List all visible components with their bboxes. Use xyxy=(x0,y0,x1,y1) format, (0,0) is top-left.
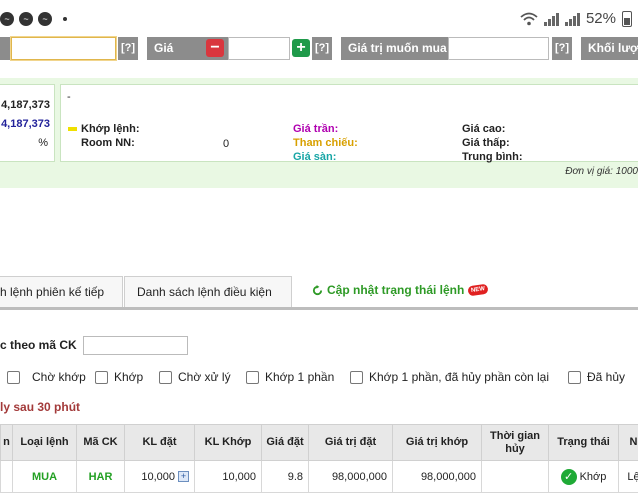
messenger-icon: ~ xyxy=(19,12,33,26)
signal-icon xyxy=(564,12,580,26)
low-label: Giá thấp: xyxy=(462,137,510,149)
filter-partial-cancelled-checkbox[interactable]: Khớp 1 phần, đã hủy phần còn lại xyxy=(350,370,549,384)
order-symbol: HAR xyxy=(76,460,125,493)
checkbox[interactable] xyxy=(95,370,108,384)
column-header: Giá đặt xyxy=(261,424,309,461)
foreign-room-value: 0 xyxy=(223,138,230,150)
symbol-name: - xyxy=(67,91,71,103)
auto-clear-note: ly sau 30 phút xyxy=(0,400,81,414)
messenger-icon: ~ xyxy=(0,12,14,26)
checkbox-label: Khớp xyxy=(114,370,144,384)
tab-divider xyxy=(0,307,638,310)
filter-symbol-input[interactable] xyxy=(83,336,188,355)
filter-partial-checkbox[interactable]: Khớp 1 phần xyxy=(246,370,334,384)
system-status: 52% xyxy=(520,10,632,27)
quote-box: - Khớp lệnh: Room NN: 0 Giá trần: Tham c… xyxy=(60,84,638,163)
value-input[interactable] xyxy=(448,37,549,60)
filter-symbol-label: c theo mã CK xyxy=(0,338,77,352)
volume-label: Khối lượng xyxy=(581,37,638,60)
order-input-bar: [?] Giá − + [?] Giá trị muốn mua [?] Khố… xyxy=(0,36,638,62)
orders-table: n Loại lệnh Mã CK KL đặt KL Khớp Giá đặt… xyxy=(0,424,638,493)
messenger-icon: ~ xyxy=(38,12,52,26)
summary-percent: % xyxy=(38,137,48,149)
checkbox-label: Chờ khớp xyxy=(32,370,86,384)
status-text: Khớp xyxy=(579,470,607,483)
value-help-button[interactable]: [?] xyxy=(552,37,572,60)
order-value: 98,000,000 xyxy=(308,460,393,493)
column-header: N xyxy=(618,424,638,461)
expand-icon[interactable]: + xyxy=(178,471,189,483)
new-badge: NEW xyxy=(467,283,489,297)
battery-percent: 52% xyxy=(585,10,616,27)
checkbox-label: Đã hủy xyxy=(587,370,626,384)
table-header-row: n Loại lệnh Mã CK KL đặt KL Khớp Giá đặt… xyxy=(0,424,638,461)
summary-value: 4,187,373 xyxy=(1,99,50,111)
wifi-icon xyxy=(520,12,538,25)
floor-label: Giá sàn: xyxy=(293,151,337,163)
refresh-icon xyxy=(312,284,323,295)
tab-conditional-orders[interactable]: Danh sách lệnh điều kiện xyxy=(124,276,292,308)
signal-icon xyxy=(543,12,559,26)
order-qty-cell: 10,000 + xyxy=(124,460,195,493)
checkbox[interactable] xyxy=(7,370,20,384)
filter-pending-checkbox[interactable]: Chờ khớp xyxy=(7,370,86,384)
column-header: Loại lệnh xyxy=(12,424,77,461)
status-cell: ✓ Khớp xyxy=(548,460,619,493)
column-header: Giá trị khớp xyxy=(392,424,482,461)
status-marker xyxy=(68,127,77,131)
summary-value-blue: 4,187,373 xyxy=(1,118,50,130)
checkbox-label: Chờ xử lý xyxy=(178,370,231,384)
matched-value: 98,000,000 xyxy=(392,460,482,493)
column-header: KL đặt xyxy=(124,424,195,461)
checkbox[interactable] xyxy=(159,370,172,384)
ceiling-label: Giá trần: xyxy=(293,123,339,135)
reference-label: Tham chiếu: xyxy=(293,137,358,149)
checkbox-label: Khớp 1 phần, đã hủy phần còn lại xyxy=(369,370,550,384)
price-decrease-button[interactable]: − xyxy=(206,39,224,57)
checkbox[interactable] xyxy=(568,370,581,384)
price-increase-button[interactable]: + xyxy=(292,39,310,57)
price-unit-note: Đơn vị giá: 1000 xyxy=(565,166,638,177)
column-header: Trạng thái xyxy=(548,424,619,461)
order-qty: 10,000 xyxy=(141,470,175,483)
foreign-room-label: Room NN: xyxy=(81,137,135,149)
order-price: 9.8 xyxy=(261,460,309,493)
checkbox-label: Khớp 1 phần xyxy=(265,370,335,384)
value-label: Giá trị muốn mua xyxy=(341,37,449,60)
column-header: KL Khớp xyxy=(194,424,262,461)
notification-icons: ~ ~ ~ xyxy=(0,12,67,26)
symbol-help-button[interactable]: [?] xyxy=(118,37,138,60)
tab-next-session-orders[interactable]: h lệnh phiên kế tiếp xyxy=(0,276,123,308)
filter-cancelled-checkbox[interactable]: Đã hủy xyxy=(568,370,625,384)
filter-matched-checkbox[interactable]: Khớp xyxy=(95,370,143,384)
price-input[interactable] xyxy=(228,37,290,60)
checkbox[interactable] xyxy=(246,370,259,384)
average-label: Trung bình: xyxy=(462,151,523,163)
more-notifications-icon xyxy=(63,17,67,21)
price-help-button[interactable]: [?] xyxy=(312,37,332,60)
table-row[interactable]: MUA HAR 10,000 + 10,000 9.8 98,000,000 98… xyxy=(0,460,638,493)
high-label: Giá cao: xyxy=(462,123,506,135)
status-bar: ~ ~ ~ 52% xyxy=(0,0,638,40)
account-summary: 4,187,373 4,187,373 % xyxy=(0,84,55,162)
symbol-input[interactable] xyxy=(11,37,116,60)
checkbox[interactable] xyxy=(350,370,363,384)
stock-info-panel: 4,187,373 4,187,373 % - Khớp lệnh: Room … xyxy=(0,78,638,188)
column-header: Thời gian hủy xyxy=(481,424,549,461)
matched-qty: 10,000 xyxy=(194,460,262,493)
battery-icon xyxy=(622,10,632,27)
row-cell xyxy=(0,460,13,493)
refresh-status-link[interactable]: Cập nhật trạng thái lệnh NEW xyxy=(312,283,489,297)
filter-processing-checkbox[interactable]: Chờ xử lý xyxy=(159,370,231,384)
refresh-label: Cập nhật trạng thái lệnh xyxy=(327,283,465,297)
column-header: n xyxy=(0,424,13,461)
match-label: Khớp lệnh: xyxy=(81,123,140,135)
check-icon: ✓ xyxy=(560,468,577,485)
column-header: Giá trị đặt xyxy=(308,424,393,461)
column-header: Mã CK xyxy=(76,424,125,461)
order-side: MUA xyxy=(12,460,77,493)
cancel-time xyxy=(481,460,549,493)
row-cell: Lệ xyxy=(618,460,638,493)
